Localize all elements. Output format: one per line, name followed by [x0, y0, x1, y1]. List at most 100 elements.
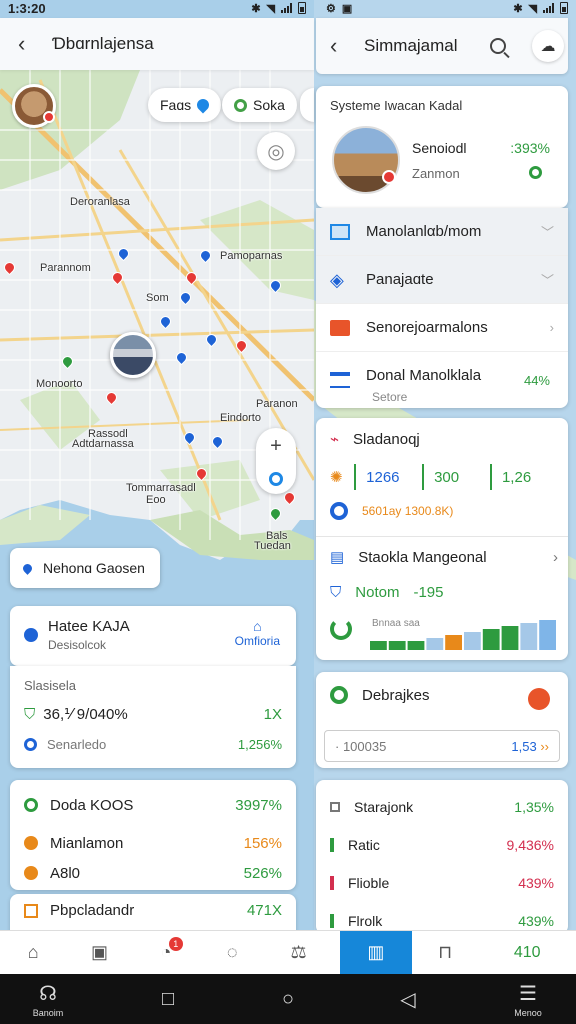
- item-label: Mianlamon: [50, 834, 124, 852]
- my-location-icon[interactable]: [269, 472, 283, 486]
- stats-right-value: 1X: [263, 705, 282, 723]
- notification-badge: 1: [168, 936, 183, 951]
- tab-chat[interactable]: ◌: [199, 931, 265, 975]
- divider: [316, 536, 568, 537]
- chip-label: Faɑs: [160, 97, 192, 113]
- nav-caption: Banoim: [32, 1007, 64, 1018]
- location-name: Nehonɑ Gaosen: [43, 560, 145, 576]
- status-icons: ✱ ◥: [513, 2, 568, 15]
- triangle-back-icon: ◁: [400, 988, 416, 1011]
- alert-icon[interactable]: [528, 688, 550, 710]
- item-label: Flrolk: [348, 913, 383, 929]
- place-card[interactable]: Hatee KAJA Desisolcok ⌂ Omfioria: [10, 606, 296, 666]
- photo-marker[interactable]: [110, 332, 156, 378]
- search-icon[interactable]: [490, 38, 506, 54]
- menu-panel: Manolanlαb/mom ﹀ ◈ Panajaɑte ﹀ Senorejoa…: [316, 208, 568, 408]
- battery-icon: [560, 2, 568, 14]
- radio-icon: [24, 738, 37, 751]
- marker-dot: [382, 170, 396, 184]
- place-info-panel: Systeme Iwacan Kadal Senoiodl Zanmon :39…: [316, 86, 568, 208]
- map-layer-icon: [330, 223, 350, 240]
- bar-marker-icon: [330, 838, 334, 852]
- chip-label: Soka: [253, 97, 285, 113]
- home-nav-button[interactable]: ☊ Banoim: [18, 981, 78, 1018]
- chart-header: ⌁ Sladanoqj: [330, 430, 420, 449]
- back-arrow-icon[interactable]: ‹: [18, 31, 38, 57]
- user-avatar[interactable]: [12, 84, 56, 128]
- stats-card: Slasisela ⛉ 36,⅟ 9/040% 1X Senarledo 1,2…: [10, 666, 296, 768]
- bar-chart: [370, 620, 556, 650]
- signal-icon: [543, 3, 554, 13]
- back-button[interactable]: ◁: [378, 987, 438, 1012]
- list-item[interactable]: Doda KOOS 3997%: [24, 790, 282, 820]
- price-list-panel: Starajonk 1,35% Ratic 9,436% Flioble 439…: [316, 780, 568, 934]
- place-photo[interactable]: [332, 126, 400, 194]
- item-label: Pbpcladandr: [50, 902, 135, 919]
- bag-icon: ▣: [91, 942, 109, 962]
- page-title: Ɗbɑrnlajensa: [52, 34, 154, 53]
- square-icon: [330, 802, 340, 812]
- scale-icon: ⚖: [290, 942, 307, 962]
- input-value: · 100035: [335, 738, 387, 754]
- section-title: Staokla Mangeonal: [358, 548, 487, 566]
- tab-scale[interactable]: ⚖: [265, 931, 331, 975]
- chart-title: Sladanoqj: [353, 430, 420, 448]
- map-label: Tuedan: [254, 540, 291, 552]
- item-value: 439%: [518, 875, 554, 891]
- cloud-sync-button[interactable]: ☁: [532, 30, 564, 62]
- status-left-icons: ⚙ ▣: [326, 2, 352, 15]
- bar-marker-icon: [330, 876, 334, 890]
- divider: [490, 464, 492, 490]
- pin-icon: [194, 96, 212, 114]
- menu-value: 44%: [523, 372, 550, 388]
- menu-item[interactable]: ◈ Panajaɑte ﹀: [316, 256, 568, 304]
- place-sub: Zanmon: [412, 166, 460, 181]
- lock-icon: ⊓: [438, 942, 453, 962]
- produce-card[interactable]: Pbpcladandr 471X: [10, 894, 296, 934]
- sun-icon: ✺: [330, 469, 343, 486]
- zoom-in-button[interactable]: +: [270, 436, 282, 456]
- divider: [354, 464, 357, 490]
- tab-home[interactable]: ⌂: [0, 931, 66, 975]
- headset-icon: ☊: [39, 982, 57, 1005]
- recents-button[interactable]: □: [138, 988, 198, 1011]
- menu-icon: ☰: [519, 982, 537, 1005]
- list-item[interactable]: Starajonk 1,35%: [330, 788, 554, 826]
- menu-button[interactable]: ☰ Menoo: [498, 981, 558, 1018]
- location-pill[interactable]: Nehonɑ Gaosen: [10, 548, 160, 588]
- ticket-icon: [330, 319, 350, 336]
- menu-item[interactable]: Senorejoarmalons ›: [316, 304, 568, 352]
- list-item[interactable]: Ratic 9,436%: [330, 826, 554, 864]
- list-item[interactable]: Mianlamon 156%: [24, 828, 282, 858]
- locate-button[interactable]: ◎: [257, 132, 295, 170]
- tab-lock[interactable]: ⊓: [412, 931, 478, 975]
- menu-item[interactable]: Donal Manolklala Setore 44%: [316, 352, 568, 408]
- tab-messages[interactable]: ◔ 1: [133, 931, 199, 975]
- menu-item[interactable]: Manolanlαb/mom ﹀: [316, 208, 568, 256]
- menu-label: Manolanlαb/mom: [366, 223, 482, 240]
- tab-bag[interactable]: ▣: [66, 931, 132, 975]
- destination-input[interactable]: · 100035 1,53 ››: [324, 730, 560, 762]
- list-item[interactable]: A8l0 526%: [24, 858, 282, 888]
- map-label: Pamoparnas: [220, 250, 283, 262]
- chevron-down-icon: ﹀: [540, 273, 554, 288]
- home-button[interactable]: ○: [258, 988, 318, 1011]
- clock: 1:3:20: [8, 0, 46, 16]
- back-arrow-icon[interactable]: ‹: [330, 33, 350, 59]
- ring-icon: [234, 98, 247, 112]
- directions-button[interactable]: ⌂ Omfioria: [235, 618, 280, 648]
- destination-icon: [330, 686, 348, 704]
- list-item[interactable]: Flioble 439%: [330, 864, 554, 902]
- fuel-icon: ▤: [330, 549, 345, 566]
- filter-chip-2[interactable]: Soka: [222, 88, 297, 122]
- item-value: 9,436%: [506, 837, 554, 853]
- tab-stats[interactable]: ▥: [339, 930, 413, 975]
- tab-count[interactable]: 410: [478, 931, 576, 975]
- diamond-icon: ◈: [330, 269, 344, 290]
- stat-value: 1,26: [501, 468, 532, 486]
- section-header[interactable]: ▤ Staokla Mangeonal ›: [330, 548, 558, 567]
- stats-main-value: 36,⅟ 9/040%: [43, 706, 128, 723]
- chevron-right-icon: ›: [549, 320, 554, 335]
- filter-chip-1[interactable]: Faɑs: [148, 88, 222, 122]
- transit-icon: [330, 372, 350, 388]
